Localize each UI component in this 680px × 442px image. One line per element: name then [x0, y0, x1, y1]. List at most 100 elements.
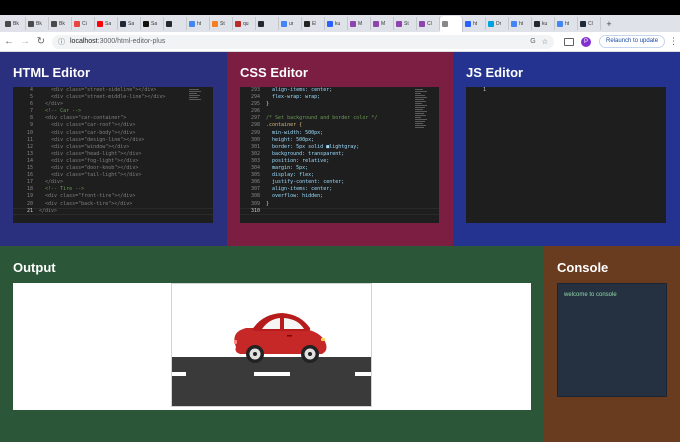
css-code-lines[interactable]: 293 align-items: center; 294 flex-wrap: w… — [240, 87, 377, 215]
code-line[interactable]: 12 <div class="window"></div> — [13, 144, 165, 151]
line-number: 293 — [250, 87, 260, 93]
browser-tab[interactable]: Bk — [49, 17, 72, 30]
browser-tab[interactable]: ku — [532, 17, 555, 30]
address-bar[interactable]: ⓘ localhost:3000/html-editor-plus G ☆ — [52, 34, 554, 49]
browser-tab[interactable]: Bk — [3, 17, 26, 30]
reload-icon[interactable]: ↻ — [34, 35, 48, 49]
browser-tab[interactable]: Dr — [486, 17, 509, 30]
code-line[interactable]: 304 margin: 5px; — [240, 165, 377, 172]
js-editor-panel: JS Editor 1 — [453, 52, 680, 246]
browser-tab[interactable]: El — [302, 17, 325, 30]
code-text: border: 5px solid ■lightgray; — [266, 143, 360, 150]
code-line[interactable]: 7 <!-- Car --> — [13, 108, 165, 115]
code-line[interactable]: 303 position: relative; — [240, 158, 377, 165]
html-minimap[interactable] — [189, 89, 201, 101]
code-line[interactable]: 296 — [240, 108, 377, 115]
code-line[interactable]: 4 <div class="street-sideline"></div> — [13, 87, 165, 94]
code-line[interactable]: 1 — [466, 87, 492, 94]
road-middle-line — [172, 372, 186, 376]
code-line[interactable]: 307 align-items: center; — [240, 186, 377, 193]
menu-icon[interactable]: ⋮ — [669, 36, 678, 47]
code-line[interactable]: 309} — [240, 201, 377, 208]
code-line[interactable]: 300 height: 500px; — [240, 137, 377, 144]
code-line[interactable]: 308 overflow: hidden; — [240, 193, 377, 200]
code-line[interactable]: 293 align-items: center; — [240, 87, 377, 94]
site-info-icon[interactable]: ⓘ — [58, 37, 65, 47]
browser-tab[interactable]: ku — [325, 17, 348, 30]
code-line[interactable]: 297 /* Set background and border color */ — [240, 115, 377, 122]
browser-tab[interactable]: ur — [279, 17, 302, 30]
code-line[interactable]: 306 justify-content: center; — [240, 179, 377, 186]
avatar[interactable]: P — [581, 36, 591, 47]
code-line[interactable]: 13 <div class="head-light"></div> — [13, 151, 165, 158]
bookmark-star-icon[interactable]: ☆ — [542, 38, 548, 46]
browser-tab[interactable]: Sa — [118, 17, 141, 30]
browser-tab[interactable]: ht — [463, 17, 486, 30]
browser-tab[interactable] — [440, 16, 463, 32]
code-line[interactable]: 5 <div class="street-middle-line"></div> — [13, 94, 165, 101]
line-number: 304 — [250, 165, 260, 172]
browser-tab[interactable]: M — [348, 17, 371, 30]
code-line[interactable]: 19 <div class="front-tire"></div> — [13, 193, 165, 200]
code-line[interactable]: 10 <div class="car-body"></div> — [13, 130, 165, 137]
code-line[interactable]: 6 </div> — [13, 101, 165, 108]
code-text: flex-wrap: wrap; — [266, 94, 321, 101]
html-code-editor[interactable]: 4 <div class="street-sideline"></div> 5 <… — [13, 87, 213, 223]
code-line[interactable]: 21 </div> — [13, 208, 165, 215]
code-line[interactable]: 298 .container { — [240, 122, 377, 129]
code-line[interactable]: 14 <div class="fog-light"></div> — [13, 158, 165, 165]
output-preview[interactable] — [13, 283, 531, 410]
code-line[interactable]: 15 <div class="door-knob"></div> — [13, 165, 165, 172]
browser-tab[interactable]: Cl — [578, 17, 601, 30]
code-line[interactable]: 18 <!-- Tire --> — [13, 186, 165, 193]
browser-tab[interactable]: Cl — [417, 17, 440, 30]
relaunch-button[interactable]: Relaunch to update — [599, 35, 666, 48]
browser-tab[interactable]: M — [371, 17, 394, 30]
code-line[interactable]: 294 flex-wrap: wrap; — [240, 94, 377, 101]
browser-tab[interactable]: ht — [187, 17, 210, 30]
code-line[interactable]: 16 <div class="tail-light"></div> — [13, 172, 165, 179]
new-tab-button[interactable]: + — [604, 19, 614, 29]
browser-tab[interactable] — [256, 17, 279, 30]
code-line[interactable]: 20 <div class="back-tire"></div> — [13, 201, 165, 208]
browser-tab[interactable]: Ci — [72, 17, 95, 30]
url-text[interactable]: localhost:3000/html-editor-plus — [70, 38, 524, 45]
browser-tab[interactable]: St — [210, 17, 233, 30]
code-line[interactable]: 295} — [240, 101, 377, 108]
code-line[interactable]: 11 <div class="design-line"></div> — [13, 137, 165, 144]
side-panel-icon[interactable] — [564, 37, 574, 46]
js-code-lines[interactable]: 1 — [466, 87, 492, 94]
line-number: 12 — [26, 143, 33, 150]
code-line[interactable]: 8 <div class="car-container"> — [13, 115, 165, 122]
css-minimap[interactable] — [415, 89, 427, 129]
tab-favicon-icon — [74, 20, 80, 27]
html-code-lines[interactable]: 4 <div class="street-sideline"></div> 5 <… — [13, 87, 165, 215]
code-line[interactable]: 310 — [240, 208, 377, 215]
car-illustration — [172, 313, 371, 406]
css-code-editor[interactable]: 293 align-items: center; 294 flex-wrap: w… — [240, 87, 439, 223]
code-line[interactable]: 9 <div class="car-roof"></div> — [13, 122, 165, 129]
code-line[interactable]: 302 background: transparent; — [240, 151, 377, 158]
browser-tab[interactable]: St — [394, 17, 417, 30]
browser-tab[interactable]: ht — [555, 17, 578, 30]
code-text: <div class="window"></div> — [39, 143, 130, 150]
browser-tab[interactable] — [164, 17, 187, 30]
code-line[interactable]: 299 min-width: 500px; — [240, 130, 377, 137]
forward-icon[interactable]: → — [18, 35, 32, 49]
code-line[interactable]: 305 display: flex; — [240, 172, 377, 179]
back-icon[interactable]: ← — [2, 35, 16, 49]
browser-tab[interactable]: qu — [233, 17, 256, 30]
code-text: display: flex; — [266, 172, 315, 179]
code-line[interactable]: 17 </div> — [13, 179, 165, 186]
code-text: } — [266, 101, 270, 108]
browser-tab[interactable]: Sa — [95, 17, 118, 30]
js-code-editor[interactable]: 1 — [466, 87, 666, 223]
google-lens-icon[interactable]: G — [530, 38, 535, 45]
tab-favicon-icon — [189, 20, 195, 27]
browser-tab[interactable]: ht — [509, 17, 532, 30]
console-output[interactable]: welcome to console — [557, 283, 667, 397]
browser-tab[interactable]: Bk — [26, 17, 49, 30]
code-line[interactable]: 301 border: 5px solid ■lightgray; — [240, 144, 377, 151]
console-panel: Console welcome to console — [544, 246, 680, 442]
browser-tab[interactable]: Sa — [141, 17, 164, 30]
